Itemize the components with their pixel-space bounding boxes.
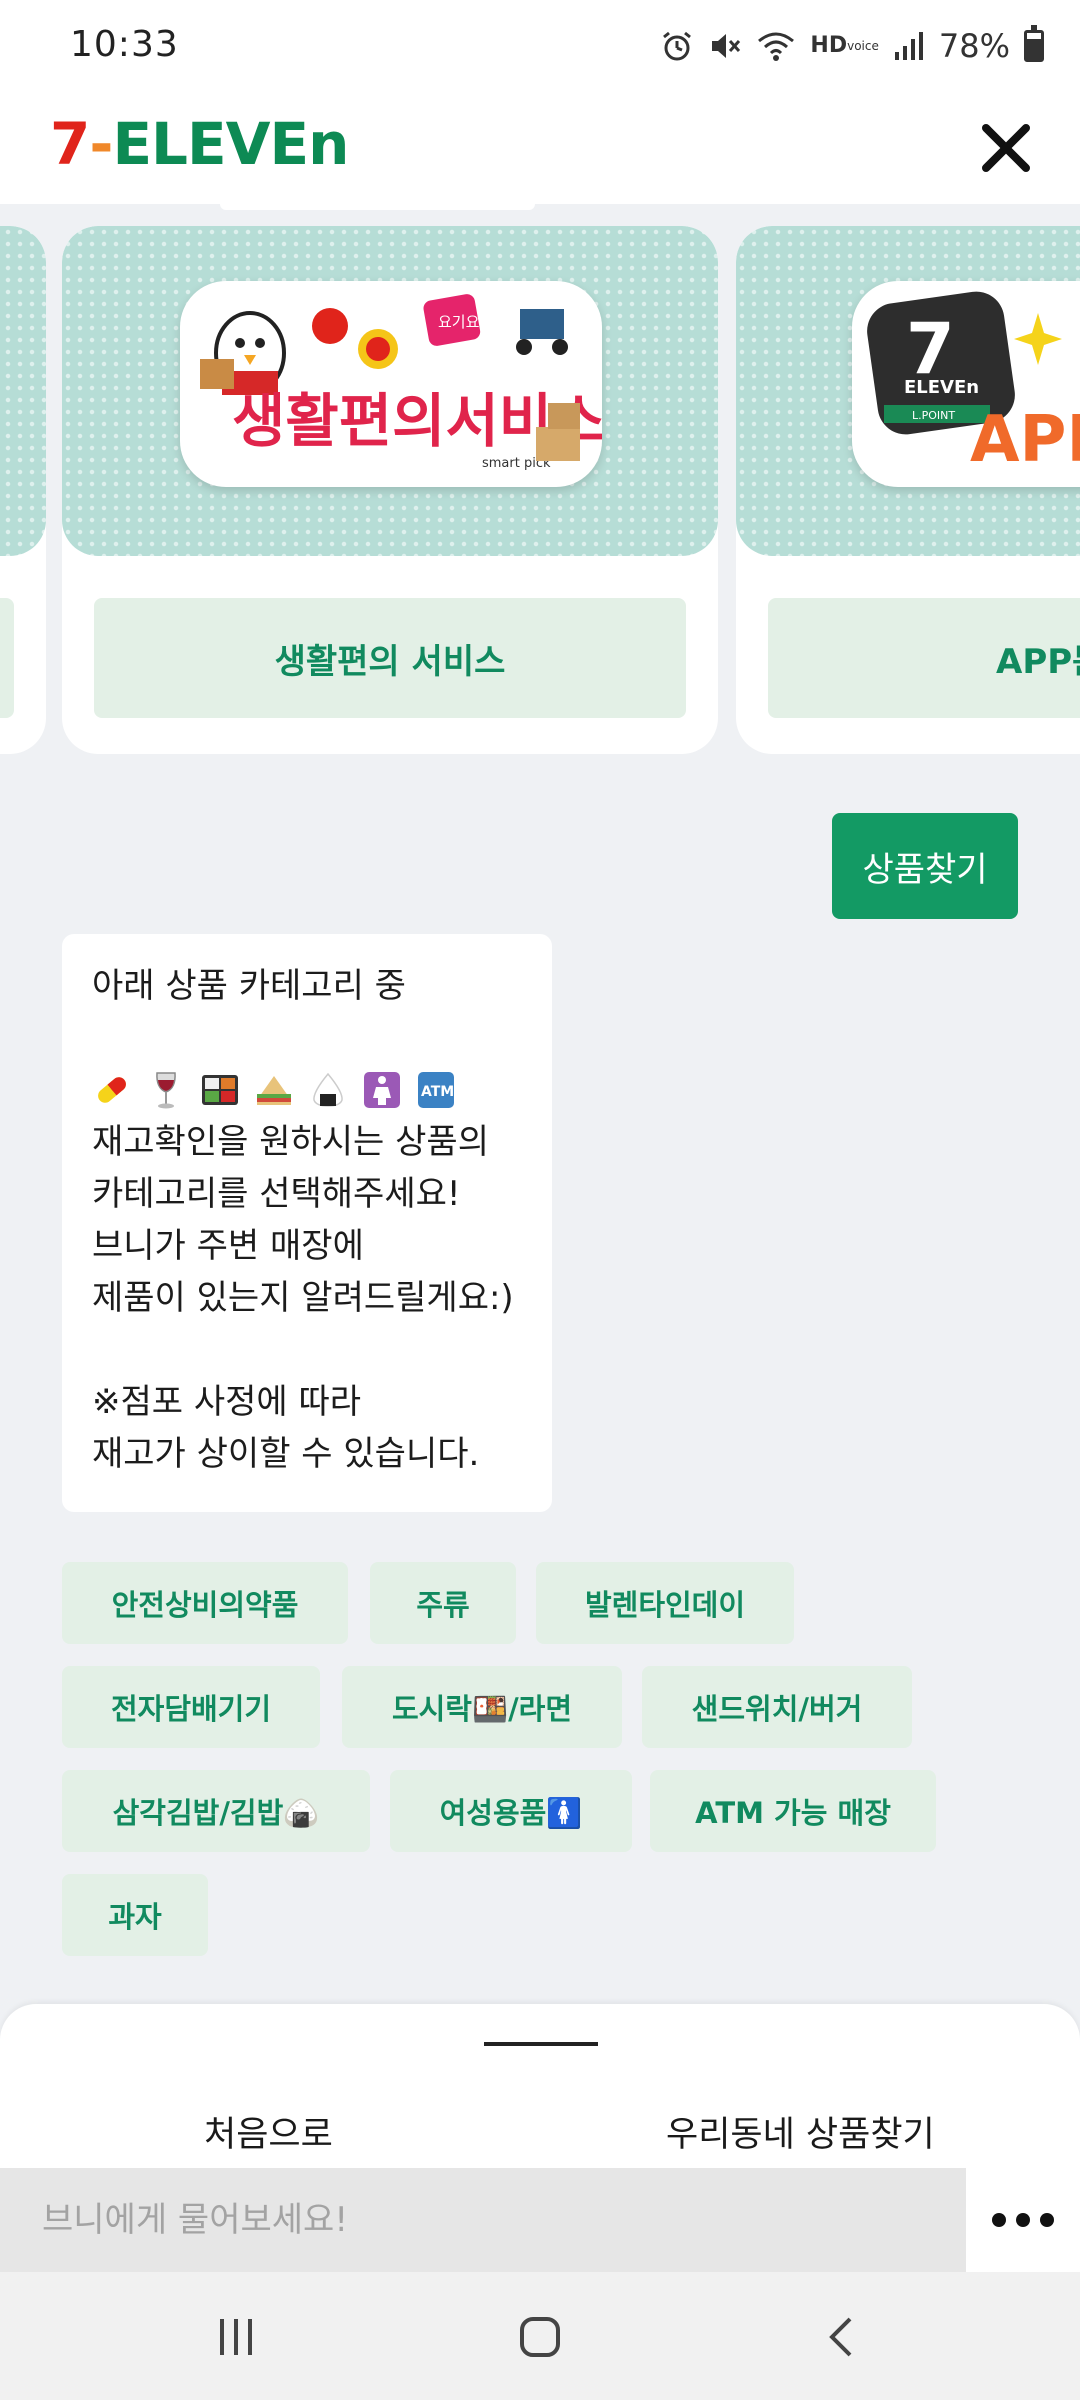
bot-message-bubble: 아래 상품 카테고리 중 ATM 재고확인을 원하시는 상품의 카테고리를 선택… [62,934,552,1512]
pill-icon [92,1070,132,1110]
system-nav-bar [0,2272,1080,2400]
living-service-banner: 요기요 생활편의서비스 smart pick [62,226,718,556]
home-icon [520,2317,560,2357]
battery-percent: 78% [938,27,1010,65]
wine-glass-icon [146,1070,186,1110]
back-button[interactable] [782,2292,902,2382]
battery-icon [1024,24,1044,68]
bot-message-line: 카테고리를 선택해주세요! [92,1174,461,1214]
chip-valentines-day[interactable]: 발렌타인데이 [536,1562,794,1644]
app-button[interactable]: APP문 [768,598,1080,718]
chip-feminine-products[interactable]: 여성용품🚺 [390,1770,632,1852]
signal-icon [893,24,925,68]
chat-input-row [0,2168,1080,2272]
category-emoji-row: ATM [92,1064,522,1116]
female-sign-icon [362,1070,402,1110]
bot-message-line: 브니가 주변 매장에 [92,1226,364,1266]
more-dot-icon [1040,2213,1054,2227]
status-icons: HD voice 78% [660,22,1044,70]
previous-card-edge [220,204,535,210]
hd-voice-icon: HD voice [810,33,879,59]
sheet-handle[interactable] [484,2042,598,2046]
mute-icon [708,24,742,68]
back-icon [829,2317,852,2357]
close-button[interactable] [968,110,1044,186]
sandwich-icon [254,1070,294,1110]
svg-text:APP: APP [970,403,1080,477]
close-icon [982,124,1030,172]
carousel-card-living-service[interactable]: 요기요 생활편의서비스 smart pick 생활편의 서비스 [62,226,718,754]
svg-text:L.POINT: L.POINT [912,409,955,422]
wifi-icon [756,24,796,68]
bot-message-line: 제품이 있는지 알려드릴게요:) [92,1278,514,1318]
chip-lunchbox-ramen[interactable]: 도시락🍱/라면 [342,1666,622,1748]
more-button[interactable] [966,2168,1080,2272]
rice-ball-icon [308,1070,348,1110]
recent-apps-icon [220,2319,252,2355]
chip-e-cigarette[interactable]: 전자담배기기 [62,1666,320,1748]
more-dot-icon [992,2213,1006,2227]
recent-apps-button[interactable] [176,2292,296,2382]
chip-otc-medicine[interactable]: 안전상비의약품 [62,1562,348,1644]
carousel-card-previous[interactable] [0,226,46,754]
chat-input[interactable] [0,2168,966,2272]
bot-message-line: 아래 상품 카테고리 중 [92,966,406,1006]
find-nearby-products-link[interactable]: 우리동네 상품찾기 [666,2106,935,2157]
app-image: 7 ELEVEn L.POINT APP [852,281,1080,487]
chip-rice-ball-gimbap[interactable]: 삼각김밥/김밥🍙 [62,1770,370,1852]
bot-message-line: 재고가 상이할 수 있습니다. [92,1434,480,1474]
chip-snacks[interactable]: 과자 [62,1874,208,1956]
carousel-card-app[interactable]: 7 ELEVEn L.POINT APP APP문 [736,226,1080,754]
chip-atm-stores[interactable]: ATM 가능 매장 [650,1770,936,1852]
svg-text:ELEVEn: ELEVEn [904,377,979,398]
bento-icon [200,1070,240,1110]
alarm-icon [660,24,694,68]
app-header: 7-ELEVEn [0,92,1080,204]
more-dot-icon [1016,2213,1030,2227]
svg-text:요기요: 요기요 [438,313,480,331]
living-service-button[interactable]: 생활편의 서비스 [94,598,686,718]
seven-eleven-logo: 7-ELEVEn [50,110,349,178]
status-time: 10:33 [70,24,179,65]
app-banner: 7 ELEVEn L.POINT APP [736,226,1080,556]
living-service-image: 요기요 생활편의서비스 smart pick [180,281,606,487]
chip-liquor[interactable]: 주류 [370,1562,516,1644]
bot-message-line: ※점포 사정에 따라 [92,1382,362,1422]
user-message-bubble: 상품찾기 [832,813,1018,919]
go-home-link[interactable]: 처음으로 [204,2106,333,2157]
home-button[interactable] [480,2292,600,2382]
service-carousel[interactable]: 요기요 생활편의서비스 smart pick 생활편의 서비스 7 ELEVEn [0,204,1080,764]
atm-icon: ATM [416,1070,456,1110]
svg-text:ATM: ATM [421,1084,454,1100]
status-bar: 10:33 HD voice 78% [0,0,1080,92]
chip-sandwich-burger[interactable]: 샌드위치/버거 [642,1666,912,1748]
bot-message-line: 재고확인을 원하시는 상품의 [92,1122,489,1162]
